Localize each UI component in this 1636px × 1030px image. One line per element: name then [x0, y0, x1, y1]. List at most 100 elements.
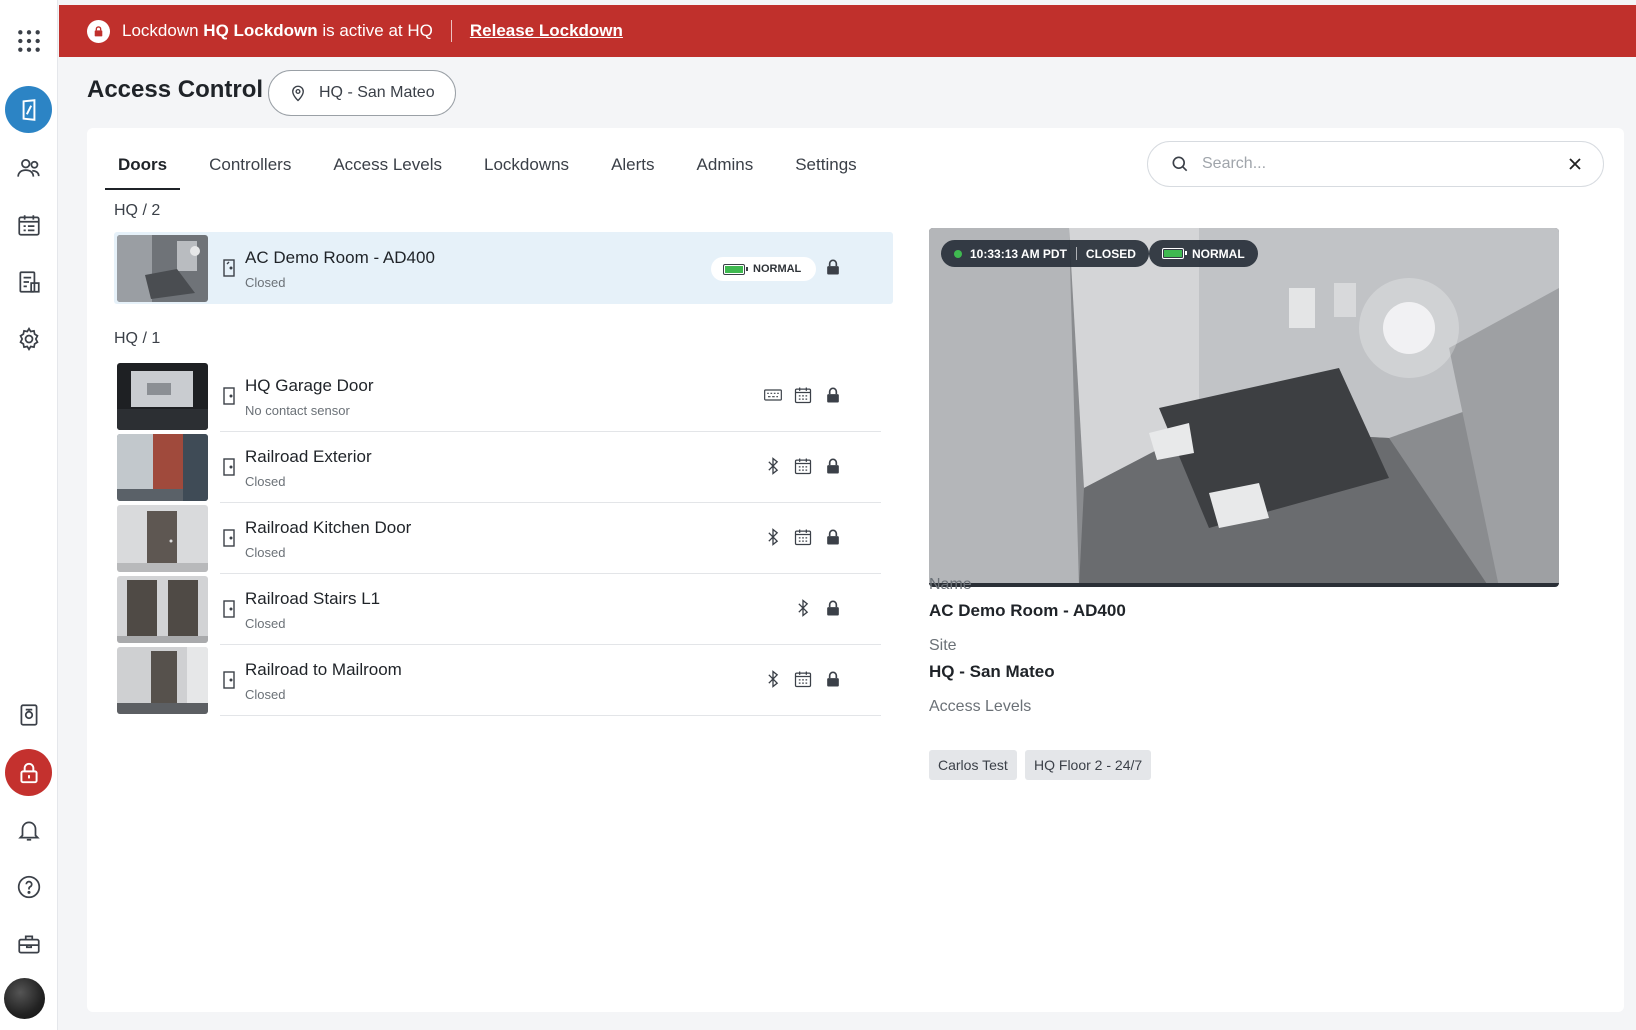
settings-gear-icon[interactable]: [5, 315, 52, 362]
lock-icon[interactable]: [823, 669, 843, 689]
tab-bar: Doors Controllers Access Levels Lockdown…: [105, 140, 886, 190]
help-icon[interactable]: [5, 863, 52, 910]
battery-status-badge: NORMAL: [711, 257, 816, 281]
door-icon: [223, 387, 235, 405]
door-thumbnail: [117, 235, 208, 302]
door-name: Railroad to Mailroom: [245, 660, 402, 679]
detail-name-value: AC Demo Room - AD400: [929, 601, 1126, 620]
row-divider: [220, 715, 881, 716]
calendar-icon: [794, 529, 812, 546]
door-row-railroad-exterior[interactable]: Railroad Exterior Closed: [114, 431, 893, 503]
group-label: HQ / 2: [114, 202, 161, 219]
lockdown-lock-icon[interactable]: [5, 749, 52, 796]
door-name: AC Demo Room - AD400: [245, 248, 435, 267]
access-level-chip[interactable]: HQ Floor 2 - 24/7: [1025, 750, 1152, 780]
door-row-railroad-stairs-l1[interactable]: Railroad Stairs L1 Closed: [114, 573, 893, 645]
lockdown-banner: Lockdown HQ Lockdown is active at HQ Rel…: [59, 5, 1636, 57]
calendar-icon: [794, 387, 812, 404]
door-icon: [223, 671, 235, 689]
camera-battery-badge: NORMAL: [1149, 240, 1258, 267]
camera-image: [929, 228, 1559, 583]
tab-lockdowns[interactable]: Lockdowns: [471, 140, 582, 190]
camera-door-state: CLOSED: [1085, 246, 1136, 261]
lock-icon: [87, 19, 110, 43]
banner-divider: [450, 20, 452, 42]
tab-admins[interactable]: Admins: [684, 140, 767, 190]
bluetooth-icon: [768, 528, 779, 546]
door-row-icons: [763, 456, 843, 476]
detail-site-label: Site: [929, 637, 957, 654]
lock-icon[interactable]: [823, 527, 843, 547]
camera-time: 10:33:13 AM PDT: [970, 246, 1067, 261]
banner-suffix: is active at HQ: [322, 21, 433, 40]
door-name: Railroad Exterior: [245, 447, 372, 466]
site-selector[interactable]: HQ - San Mateo: [268, 70, 456, 116]
door-row-railroad-to-mailroom[interactable]: Railroad to Mailroom Closed: [114, 644, 893, 716]
people-icon[interactable]: [5, 144, 52, 191]
door-icon: [223, 458, 235, 476]
door-name: Railroad Kitchen Door: [245, 518, 412, 537]
door-thumbnail: [117, 434, 208, 501]
bluetooth-icon: [768, 670, 779, 688]
door-icon: [223, 259, 235, 277]
search-icon: [1172, 156, 1188, 172]
release-lockdown-link[interactable]: Release Lockdown: [470, 21, 623, 41]
apps-grid-icon[interactable]: [5, 17, 52, 64]
door-thumbnail: [117, 576, 208, 643]
access-control-icon[interactable]: [5, 86, 52, 133]
live-status-dot: [954, 249, 962, 258]
lock-icon[interactable]: [823, 257, 843, 277]
toolbox-icon[interactable]: [5, 920, 52, 967]
bluetooth-icon: [798, 599, 809, 617]
search-box: [1147, 141, 1604, 187]
calendar-icon: [794, 671, 812, 688]
location-pin-icon: [292, 85, 304, 102]
device-icon[interactable]: [5, 691, 52, 738]
door-row-ac-demo-room[interactable]: AC Demo Room - AD400 Closed NORMAL: [114, 232, 893, 304]
door-row-hq-garage-door[interactable]: HQ Garage Door No contact sensor: [114, 360, 893, 432]
page-title: Access Control: [87, 76, 264, 103]
door-name: HQ Garage Door: [245, 376, 374, 395]
battery-icon: [723, 263, 748, 275]
chip-divider: [1075, 247, 1077, 260]
detail-name-label: Name: [929, 576, 972, 593]
tab-controllers[interactable]: Controllers: [196, 140, 304, 190]
door-row-icons: [763, 527, 843, 547]
doors-card: Doors Controllers Access Levels Lockdown…: [87, 128, 1624, 1012]
access-level-chip[interactable]: Carlos Test: [929, 750, 1017, 780]
calendar-icon: [794, 458, 812, 475]
banner-lockdown-name: HQ Lockdown: [203, 21, 318, 40]
reports-icon[interactable]: [5, 258, 52, 305]
detail-site-value: HQ - San Mateo: [929, 662, 1055, 681]
lock-icon[interactable]: [823, 598, 843, 618]
tab-alerts[interactable]: Alerts: [598, 140, 667, 190]
door-thumbnail: [117, 647, 208, 714]
banner-prefix: Lockdown: [122, 21, 199, 40]
tab-access-levels[interactable]: Access Levels: [320, 140, 455, 190]
door-status: Closed: [245, 687, 286, 702]
battery-status-label: NORMAL: [753, 263, 802, 275]
site-selector-label: HQ - San Mateo: [319, 84, 435, 101]
door-row-icons: [763, 385, 843, 405]
door-name: Railroad Stairs L1: [245, 589, 381, 608]
schedule-icon[interactable]: [5, 201, 52, 248]
detail-access-levels-label: Access Levels: [929, 698, 1032, 715]
tab-settings[interactable]: Settings: [782, 140, 869, 190]
camera-feed[interactable]: 10:33:13 AM PDT CLOSED NORMAL: [929, 228, 1559, 587]
tab-doors[interactable]: Doors: [105, 140, 181, 190]
close-icon[interactable]: [1565, 154, 1585, 174]
left-rail: [0, 0, 58, 1030]
door-row-railroad-kitchen-door[interactable]: Railroad Kitchen Door Closed: [114, 502, 893, 574]
door-thumbnail: [117, 363, 208, 430]
door-status: Closed: [245, 616, 286, 631]
door-status: Closed: [245, 275, 286, 290]
door-row-icons: [763, 669, 843, 689]
camera-battery-label: NORMAL: [1192, 246, 1245, 261]
bell-icon[interactable]: [5, 806, 52, 853]
avatar[interactable]: [4, 978, 45, 1019]
lock-icon[interactable]: [823, 385, 843, 405]
search-input[interactable]: [1202, 155, 1542, 173]
door-row-icons: [823, 257, 843, 277]
group-label: HQ / 1: [114, 330, 161, 347]
lock-icon[interactable]: [823, 456, 843, 476]
